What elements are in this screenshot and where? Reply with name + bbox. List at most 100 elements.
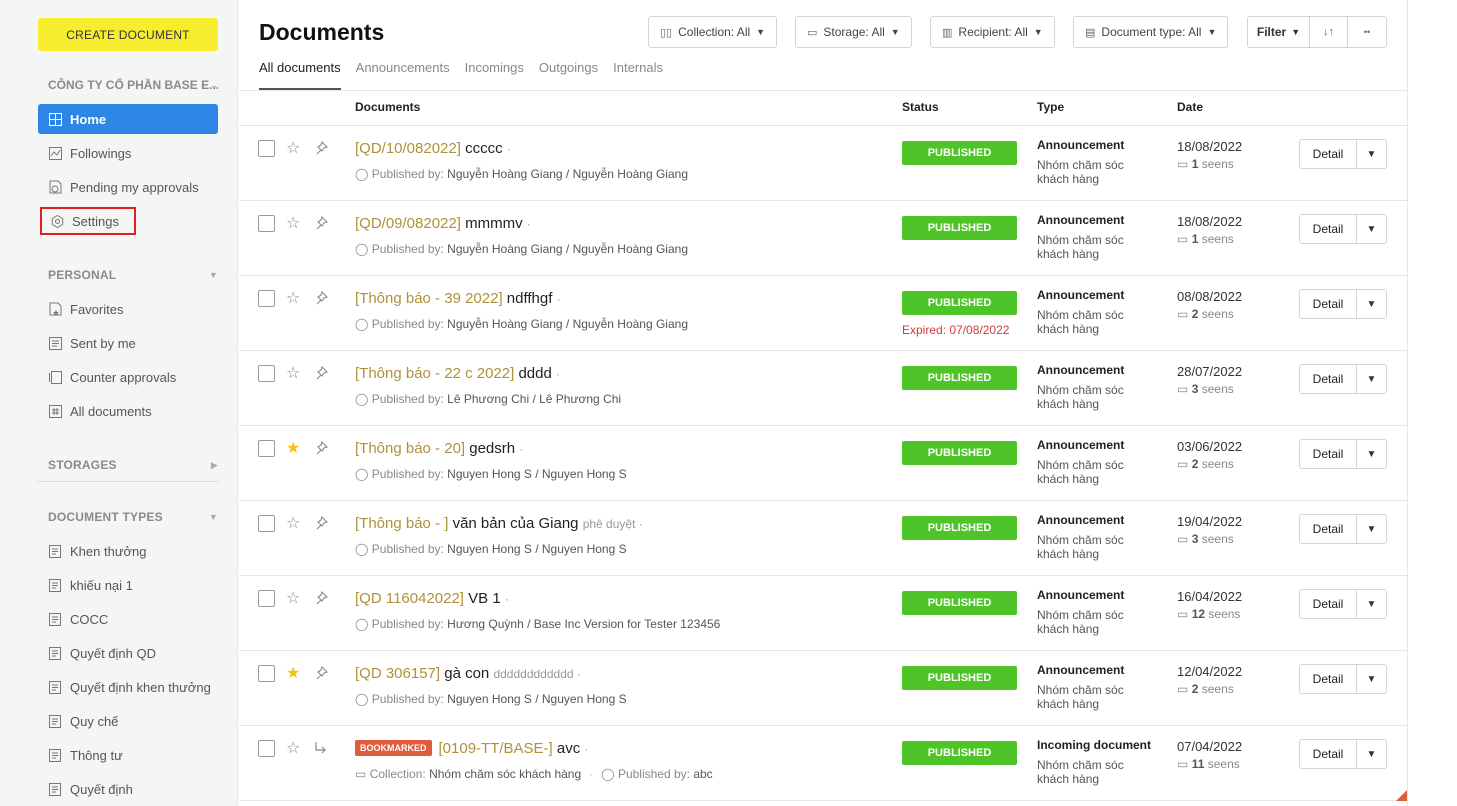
star-icon[interactable]: ★ [286, 438, 300, 458]
document-title-link[interactable]: [Thông báo - ] văn bản của Giang phê duy… [355, 515, 643, 532]
document-title-link[interactable]: [QD 306157] gà con dddddddddddd · [355, 665, 581, 682]
more-button[interactable]: •• [1348, 17, 1386, 47]
tab-incomings[interactable]: Incomings [465, 60, 524, 90]
detail-button[interactable]: Detail [1300, 215, 1357, 243]
chevron-down-icon[interactable]: ▼ [1357, 515, 1386, 543]
table-row[interactable]: ☆ [Thông báo - ] văn bản của Giang phê du… [239, 501, 1407, 576]
sort-button[interactable]: ↓↑ [1310, 17, 1348, 47]
document-title-link[interactable]: [QD 116042022] VB 1 · [355, 590, 509, 607]
row-checkbox[interactable] [258, 515, 275, 532]
document-title-link[interactable]: BOOKMARKED [0109-TT/BASE-] avc · [355, 740, 588, 757]
detail-button[interactable]: Detail [1300, 140, 1357, 168]
tab-outgoings[interactable]: Outgoings [539, 60, 598, 90]
filter-button[interactable]: Filter ▼ [1248, 17, 1310, 47]
table-row[interactable]: ☆ [Thông báo - 39 2022] ndffhgf · ◯ Publis… [239, 276, 1407, 351]
sidebar-item-doctype[interactable]: COCC [38, 604, 218, 634]
document-title-link[interactable]: [QD/09/082022] mmmmv · [355, 215, 531, 232]
sidebar-item-label: Counter approvals [70, 369, 177, 385]
create-document-button[interactable]: CREATE DOCUMENT [38, 18, 218, 51]
chevron-down-icon[interactable]: ▼ [1357, 365, 1386, 393]
sidebar-item-favorites[interactable]: Favorites [38, 294, 218, 324]
row-checkbox[interactable] [258, 665, 275, 682]
document-title-link[interactable]: [Thông báo - 39 2022] ndffhgf · [355, 290, 561, 307]
doc-icon [48, 544, 62, 558]
pin-icon[interactable] [313, 590, 329, 606]
sidebar-item-doctype[interactable]: Khen thưởng [38, 536, 218, 566]
forward-icon[interactable] [313, 740, 329, 756]
sidebar-item-home[interactable]: Home [38, 104, 218, 134]
sidebar-item-doctype[interactable]: khiếu nại 1 [38, 570, 218, 600]
row-checkbox[interactable] [258, 365, 275, 382]
star-icon[interactable]: ☆ [286, 213, 300, 233]
star-icon[interactable]: ☆ [286, 138, 300, 158]
sidebar-item-doctype[interactable]: Quyết định QD [38, 638, 218, 668]
detail-button[interactable]: Detail [1300, 665, 1357, 693]
star-icon[interactable]: ☆ [286, 588, 300, 608]
detail-button[interactable]: Detail [1300, 365, 1357, 393]
detail-button[interactable]: Detail [1300, 440, 1357, 468]
sidebar-item-sent-by-me[interactable]: Sent by me [38, 328, 218, 358]
sidebar-item-settings[interactable]: Settings [40, 207, 136, 235]
pin-icon[interactable] [313, 515, 329, 531]
company-selector[interactable]: CÔNG TY CỔ PHẦN BASE E... ⌄ [48, 78, 218, 92]
star-icon[interactable]: ☆ [286, 513, 300, 533]
chevron-down-icon[interactable]: ▼ [1357, 440, 1386, 468]
sidebar-item-doctype[interactable]: Quyết định [38, 774, 218, 804]
pin-icon[interactable] [313, 365, 329, 381]
sidebar-item-doctype[interactable]: Thông tư [38, 740, 218, 770]
star-icon[interactable]: ★ [286, 663, 300, 683]
chevron-down-icon[interactable]: ▼ [1357, 590, 1386, 618]
chevron-down-icon[interactable]: ▼ [1357, 140, 1386, 168]
pin-icon[interactable] [313, 440, 329, 456]
section-storages[interactable]: STORAGES ▶ [48, 458, 218, 472]
pin-icon[interactable] [313, 140, 329, 156]
table-row[interactable]: ☆ [QD/10/082022] ccccc · ◯ Published by: N… [239, 126, 1407, 201]
pin-icon[interactable] [313, 665, 329, 681]
sidebar-item-counter-approvals[interactable]: Counter approvals [38, 362, 218, 392]
chevron-down-icon[interactable]: ▼ [1357, 215, 1386, 243]
sidebar-item-doctype[interactable]: Quy chế [38, 706, 218, 736]
star-icon[interactable]: ☆ [286, 363, 300, 383]
section-document-types[interactable]: DOCUMENT TYPES ▼ [48, 510, 218, 524]
tab-announcements[interactable]: Announcements [356, 60, 450, 90]
document-type-filter[interactable]: ▤ Document type: All ▼ [1073, 16, 1229, 48]
table-row[interactable]: ☆ [Thông báo - 22 c 2022] dddd · ◯ Publish… [239, 351, 1407, 426]
section-personal[interactable]: PERSONAL ▼ [48, 268, 218, 282]
row-checkbox[interactable] [258, 440, 275, 457]
detail-button[interactable]: Detail [1300, 740, 1357, 768]
table-row[interactable]: ☆ [QD/09/082022] mmmmv · ◯ Published by: N… [239, 201, 1407, 276]
pin-icon[interactable] [313, 290, 329, 306]
table-row[interactable]: ☆ BOOKMARKED [0109-TT/BASE-] avc · ▭ Collec… [239, 726, 1407, 801]
sidebar-item-pending-approvals[interactable]: Pending my approvals [38, 172, 218, 202]
detail-button-group: Detail ▼ [1299, 289, 1387, 319]
table-row[interactable]: ☆ [QD 116042022] VB 1 · ◯ Published by: Hư… [239, 576, 1407, 651]
pin-icon[interactable] [313, 215, 329, 231]
row-checkbox[interactable] [258, 740, 275, 757]
table-row[interactable]: ★ [Thông báo - 20] gedsrh · ◯ Published by… [239, 426, 1407, 501]
collection-filter[interactable]: ▯▯ Collection: All ▼ [648, 16, 778, 48]
chevron-down-icon[interactable]: ▼ [1357, 665, 1386, 693]
document-title-link[interactable]: [QD/10/082022] ccccc · [355, 140, 511, 157]
recipient-filter[interactable]: ▥ Recipient: All ▼ [930, 16, 1055, 48]
row-checkbox[interactable] [258, 290, 275, 307]
star-icon[interactable]: ☆ [286, 738, 300, 758]
document-date: 18/08/2022 [1177, 214, 1243, 229]
row-checkbox[interactable] [258, 590, 275, 607]
chevron-down-icon[interactable]: ▼ [1357, 290, 1386, 318]
document-title-link[interactable]: [Thông báo - 22 c 2022] dddd · [355, 365, 560, 382]
table-row[interactable]: ★ [QD 306157] gà con dddddddddddd · ◯ Publ… [239, 651, 1407, 726]
sidebar-item-all-documents[interactable]: All documents [38, 396, 218, 426]
row-checkbox[interactable] [258, 140, 275, 157]
detail-button[interactable]: Detail [1300, 515, 1357, 543]
star-icon[interactable]: ☆ [286, 288, 300, 308]
row-checkbox[interactable] [258, 215, 275, 232]
tab-all-documents[interactable]: All documents [259, 60, 341, 90]
storage-filter[interactable]: ▭ Storage: All ▼ [795, 16, 912, 48]
sidebar-item-followings[interactable]: Followings [38, 138, 218, 168]
detail-button[interactable]: Detail [1300, 290, 1357, 318]
chevron-down-icon[interactable]: ▼ [1357, 740, 1386, 768]
detail-button[interactable]: Detail [1300, 590, 1357, 618]
sidebar-item-doctype[interactable]: Quyết định khen thưởng [38, 672, 218, 702]
document-title-link[interactable]: [Thông báo - 20] gedsrh · [355, 440, 523, 457]
tab-internals[interactable]: Internals [613, 60, 663, 90]
